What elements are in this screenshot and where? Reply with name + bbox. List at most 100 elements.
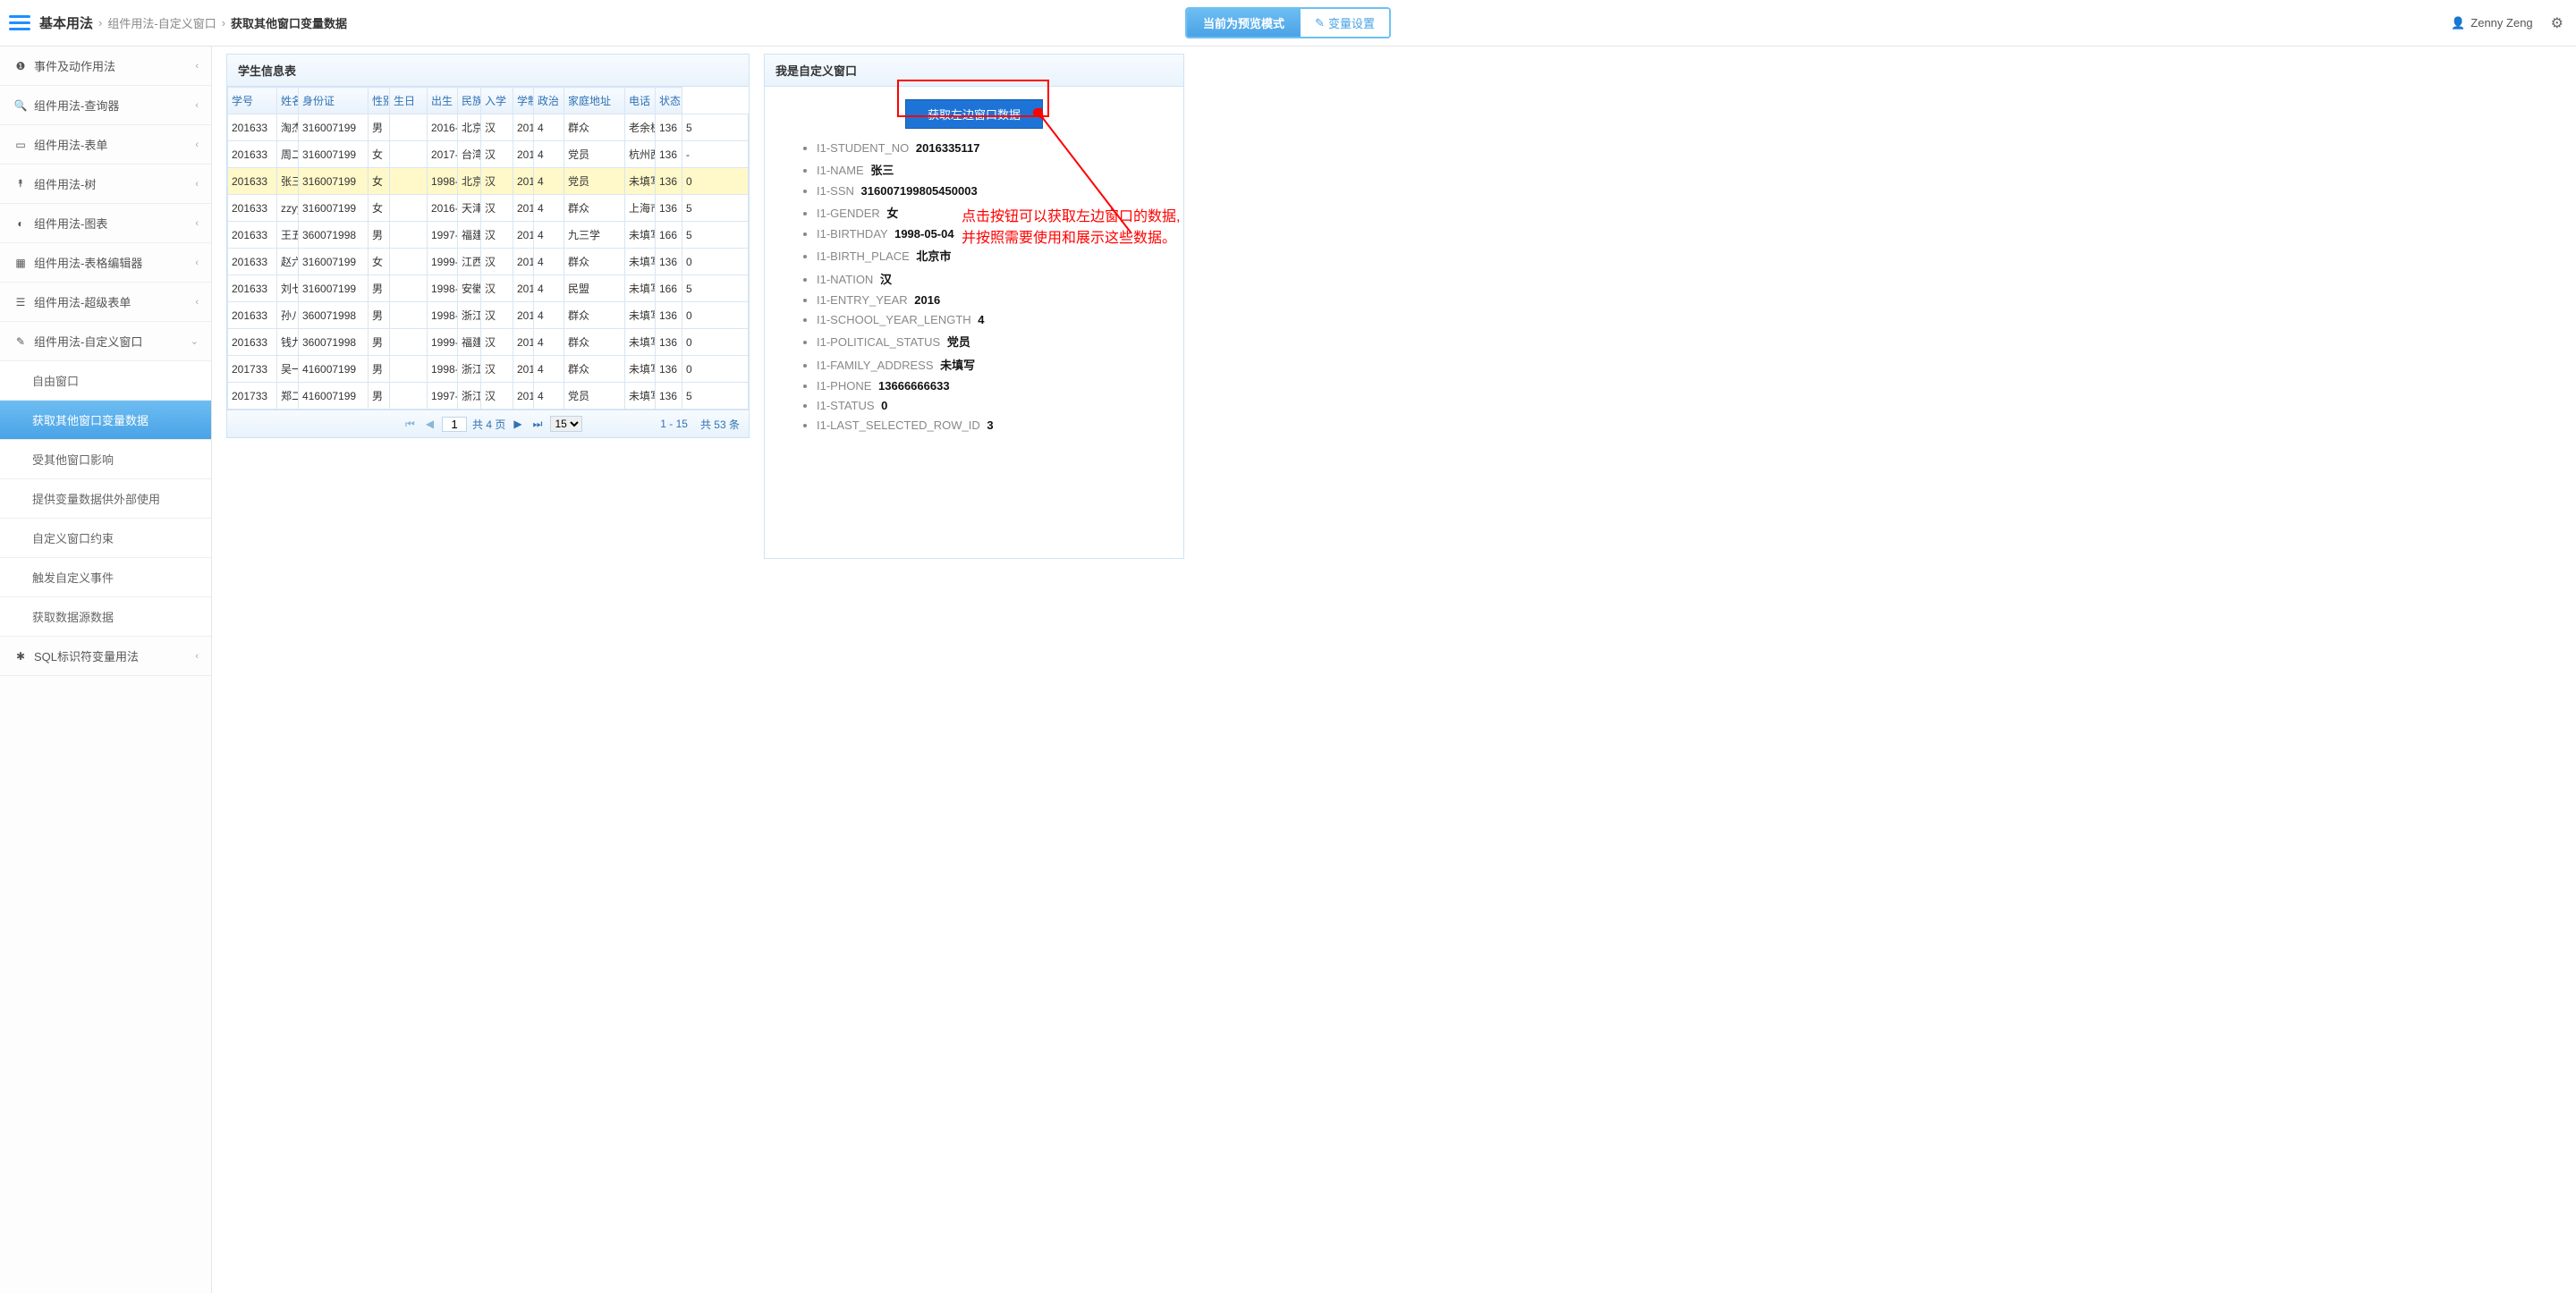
chevron-left-icon: ‹ xyxy=(195,100,199,111)
table-cell: 0 xyxy=(682,168,749,195)
column-header[interactable]: 家庭地址 xyxy=(564,88,625,114)
sidebar-item[interactable]: ▭组件用法-表单‹ xyxy=(0,125,211,165)
table-cell: 201633 xyxy=(228,275,277,302)
column-header[interactable]: 姓名 xyxy=(277,88,299,114)
table-cell xyxy=(390,356,428,383)
table-cell: 钱九 xyxy=(277,329,299,356)
table-cell: 九三学 xyxy=(564,222,625,249)
table-cell: 0 xyxy=(682,329,749,356)
table-cell: 男 xyxy=(369,222,390,249)
pencil-icon: ✎ xyxy=(1315,16,1325,30)
column-header[interactable]: 性别 xyxy=(369,88,390,114)
column-header[interactable]: 生日 xyxy=(390,88,428,114)
column-header[interactable]: 身份证 xyxy=(299,88,369,114)
pager-total-pages: 共 4 页 xyxy=(472,417,505,432)
table-cell: 2016 xyxy=(513,195,534,222)
column-header[interactable]: 政治 xyxy=(534,88,564,114)
breadcrumb-mid[interactable]: 组件用法-自定义窗口 xyxy=(107,14,216,31)
table-cell: 群众 xyxy=(564,356,625,383)
column-header[interactable]: 出生 xyxy=(428,88,458,114)
sidebar-item[interactable]: ✎组件用法-自定义窗口⌄ xyxy=(0,322,211,361)
sidebar-item[interactable]: 🔍组件用法-查询器‹ xyxy=(0,86,211,125)
nav-icon: ◐ xyxy=(13,217,29,230)
gear-icon[interactable]: ⚙ xyxy=(2551,14,2567,32)
sidebar-subitem[interactable]: 获取其他窗口变量数据 xyxy=(0,401,211,440)
pager-last-icon[interactable]: ⏭ xyxy=(530,418,546,431)
sidebar-item[interactable]: ✱SQL标识符变量用法‹ xyxy=(0,637,211,676)
table-cell: 党员 xyxy=(564,383,625,410)
column-header[interactable]: 民族 xyxy=(458,88,481,114)
sidebar-item[interactable]: ☰组件用法-超级表单‹ xyxy=(0,283,211,322)
pager-prev-icon[interactable]: ◀ xyxy=(423,418,436,430)
var-settings-button[interactable]: ✎ 变量设置 xyxy=(1301,9,1389,37)
chevron-right-icon: › xyxy=(98,16,102,30)
table-cell: 汉 xyxy=(481,356,513,383)
list-item: I1-POLITICAL_STATUS 党员 xyxy=(817,333,1167,350)
table-cell: 未填写 xyxy=(625,222,656,249)
table-cell: 2016 xyxy=(513,383,534,410)
table-cell: 汉 xyxy=(481,302,513,329)
table-row[interactable]: 201633刘七316007199男1998-安徽省汉20164民盟未填写166… xyxy=(228,275,749,302)
column-header[interactable]: 入学 xyxy=(481,88,513,114)
kv-value: 未填写 xyxy=(940,359,975,372)
sidebar-subitem[interactable]: 受其他窗口影响 xyxy=(0,440,211,479)
pager-page-input[interactable] xyxy=(442,417,467,432)
nav-icon: ✱ xyxy=(13,650,29,663)
table-cell: 360071998 xyxy=(299,222,369,249)
pager-next-icon[interactable]: ▶ xyxy=(511,418,524,430)
kv-value: 汉 xyxy=(880,273,892,286)
table-row[interactable]: 201633周二316007199女2017-台湾省汉20194党员杭州西湖13… xyxy=(228,141,749,168)
kv-value: 北京市 xyxy=(916,249,951,263)
student-table-panel: 学生信息表 学号姓名身份证性别生日出生民族入学学制政治家庭地址电话状态 2016… xyxy=(226,54,750,438)
table-row[interactable]: 201633zzyy316007199女2016-天津市汉20164群众上海市浦… xyxy=(228,195,749,222)
sidebar-subitem[interactable]: 提供变量数据供外部使用 xyxy=(0,479,211,519)
breadcrumb-root[interactable]: 基本用法 xyxy=(39,13,93,32)
sidebar-subitem[interactable]: 自由窗口 xyxy=(0,361,211,401)
breadcrumb: 基本用法 › 组件用法-自定义窗口 › 获取其他窗口变量数据 xyxy=(39,13,347,32)
list-item: I1-STUDENT_NO 2016335117 xyxy=(817,141,1167,155)
sidebar-subitem[interactable]: 获取数据源数据 xyxy=(0,597,211,637)
table-row[interactable]: 201633张三316007199女1998-北京市汉20164党员未填写136… xyxy=(228,168,749,195)
pager-page-size-select[interactable]: 15 xyxy=(550,416,582,432)
table-cell: 女 xyxy=(369,168,390,195)
table-cell: 316007199 xyxy=(299,141,369,168)
table-cell: 女 xyxy=(369,195,390,222)
user-area[interactable]: 👤 Zenny Zeng ⚙ xyxy=(2451,14,2567,32)
sidebar-item[interactable]: ⯭组件用法-树‹ xyxy=(0,165,211,204)
table-row[interactable]: 201733吴一416007199男1998-浙江省汉20164群众未填写136… xyxy=(228,356,749,383)
table-cell: 5 xyxy=(682,222,749,249)
table-row[interactable]: 201733郑二416007199男1997-浙江省汉20164党员未填写136… xyxy=(228,383,749,410)
column-header[interactable]: 状态 xyxy=(656,88,682,114)
table-row[interactable]: 201633王五360071998男1997-福建省汉20164九三学未填写16… xyxy=(228,222,749,249)
table-row[interactable]: 201633淘杰316007199男2016-北京市汉20124群众老余杭凉都1… xyxy=(228,114,749,141)
pager-range: 1 - 15 xyxy=(660,418,688,430)
nav-label: 组件用法-自定义窗口 xyxy=(34,333,142,350)
table-cell: 男 xyxy=(369,275,390,302)
sidebar-item[interactable]: ❶事件及动作用法‹ xyxy=(0,46,211,86)
table-cell: 136 xyxy=(656,168,682,195)
table-cell: 汉 xyxy=(481,168,513,195)
table-cell: 浙江省 xyxy=(458,302,481,329)
list-item: I1-GENDER 女 xyxy=(817,204,1167,221)
table-cell: 2016 xyxy=(513,168,534,195)
table-cell: 201733 xyxy=(228,356,277,383)
column-header[interactable]: 学号 xyxy=(228,88,277,114)
table-row[interactable]: 201633赵六316007199女1999-江西省汉20164群众未填写136… xyxy=(228,249,749,275)
sidebar-subitem[interactable]: 触发自定义事件 xyxy=(0,558,211,597)
sidebar-subitem[interactable]: 自定义窗口约束 xyxy=(0,519,211,558)
column-header[interactable]: 电话 xyxy=(625,88,656,114)
menu-toggle-icon[interactable] xyxy=(9,13,30,34)
table-cell: 2016 xyxy=(513,302,534,329)
table-row[interactable]: 201633孙八360071998男1998-浙江省汉20164群众未填写136… xyxy=(228,302,749,329)
fetch-left-data-button[interactable]: 获取左边窗口数据 xyxy=(905,99,1043,129)
sidebar-item[interactable]: ▦组件用法-表格编辑器‹ xyxy=(0,243,211,283)
table-cell: 201633 xyxy=(228,114,277,141)
table-cell: 316007199 xyxy=(299,168,369,195)
table-cell: 136 xyxy=(656,383,682,410)
table-row[interactable]: 201633钱九360071998男1999-福建省汉20164群众未填写136… xyxy=(228,329,749,356)
kv-key: I1-BIRTHDAY xyxy=(817,227,887,241)
column-header[interactable]: 学制 xyxy=(513,88,534,114)
table-cell: 2017- xyxy=(428,141,458,168)
sidebar-item[interactable]: ◐组件用法-图表‹ xyxy=(0,204,211,243)
pager-first-icon[interactable]: ⏮ xyxy=(402,418,418,431)
